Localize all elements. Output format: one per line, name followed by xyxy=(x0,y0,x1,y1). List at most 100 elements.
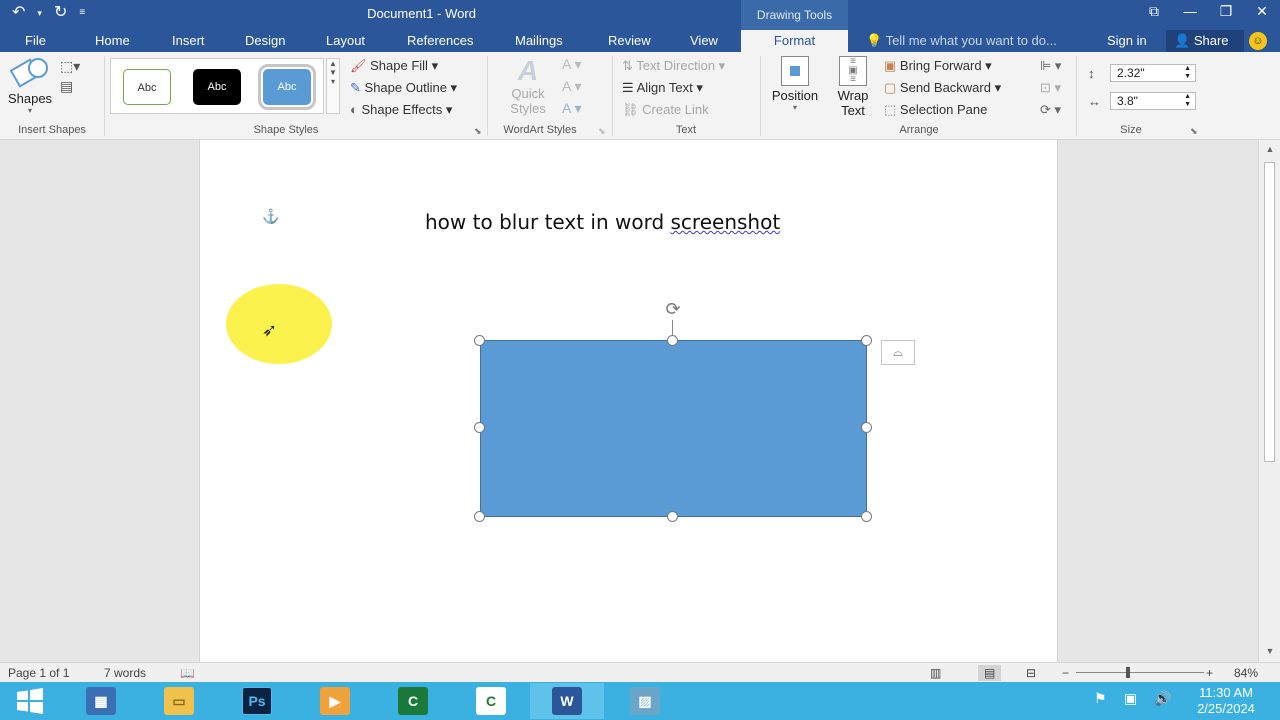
tell-me-search[interactable]: 💡 Tell me what you want to do... xyxy=(866,30,1057,52)
zoom-slider[interactable] xyxy=(1076,672,1204,673)
shape-styles-gallery: Abc Abc Abc xyxy=(110,58,324,114)
align-text-button[interactable]: ☰ Align Text ▾ xyxy=(622,80,703,96)
scroll-thumb[interactable] xyxy=(1264,162,1275,462)
resize-handle-top-left[interactable] xyxy=(474,335,485,346)
share-button[interactable]: 👤 Share xyxy=(1166,30,1244,52)
system-clock[interactable]: 11:30 AM 2/25/2024 xyxy=(1186,685,1266,717)
resize-handle-top-right[interactable] xyxy=(861,335,872,346)
restore-icon[interactable]: ❐ xyxy=(1208,0,1244,24)
zoom-out-icon[interactable]: − xyxy=(1062,665,1069,681)
document-text[interactable]: how to blur text in word screenshot xyxy=(425,210,780,234)
bring-forward-icon: ▣ xyxy=(884,58,897,73)
network-error-icon[interactable]: ⚑ xyxy=(1094,690,1107,707)
sign-in-link[interactable]: Sign in xyxy=(1107,30,1147,52)
text-box-icon[interactable]: ▤ xyxy=(60,78,73,95)
wrap-text-button[interactable]: ≡ ▣ ≡ Wrap Text xyxy=(830,56,876,118)
resize-handle-bottom-left[interactable] xyxy=(474,511,485,522)
scroll-down-icon[interactable]: ▼ xyxy=(1263,646,1277,660)
send-backward-label: Send Backward xyxy=(899,80,991,95)
selection-pane-button[interactable]: ⬚ Selection Pane xyxy=(884,102,987,118)
web-layout-icon[interactable]: ⊟ xyxy=(1026,665,1036,681)
shape-fill-button[interactable]: 🖌 Shape Fill ▾ xyxy=(350,58,438,74)
layout-options-icon[interactable]: ⌓ xyxy=(881,340,915,365)
window-controls: ⧉ — ❐ ✕ xyxy=(1136,0,1280,24)
quick-styles-label-1: Quick xyxy=(511,86,545,101)
tab-references[interactable]: References xyxy=(407,30,473,52)
gallery-scroll[interactable]: ▲ ▼ ▾ xyxy=(326,58,340,114)
tab-format[interactable]: Format xyxy=(741,30,848,52)
taskbar-word[interactable]: W xyxy=(530,683,604,719)
ribbon-display-options-icon[interactable]: ⧉ xyxy=(1136,0,1172,24)
print-layout-icon[interactable]: ▤ xyxy=(978,665,1002,681)
tab-file[interactable]: File xyxy=(25,30,46,52)
text-fill-icon: A ▾ xyxy=(562,56,582,72)
resize-handle-bottom-right[interactable] xyxy=(861,511,872,522)
zoom-slider-thumb[interactable] xyxy=(1126,667,1130,678)
cursor-highlight xyxy=(226,284,332,364)
group-objects-icon: ⊡ ▾ xyxy=(1040,80,1062,95)
tab-view[interactable]: View xyxy=(690,30,718,52)
tab-mailings[interactable]: Mailings xyxy=(515,30,563,52)
align-objects-icon[interactable]: ⊫ ▾ xyxy=(1040,58,1061,74)
taskbar-file-explorer[interactable]: ▭ xyxy=(142,683,216,719)
shape-style-black[interactable]: Abc xyxy=(193,69,241,105)
resize-handle-bottom[interactable] xyxy=(667,511,678,522)
word-count[interactable]: 7 words xyxy=(104,665,146,681)
shape-style-blue-selected[interactable]: Abc xyxy=(258,64,316,110)
shape-height-input[interactable]: 2.32" ▲ ▼ xyxy=(1110,64,1196,82)
dialog-launcher-icon[interactable]: ⬊ xyxy=(1190,126,1198,137)
zoom-in-icon[interactable]: + xyxy=(1206,665,1213,681)
height-spinner-icon[interactable]: ▲ ▼ xyxy=(1184,65,1191,81)
resize-handle-left[interactable] xyxy=(474,422,485,433)
document-page[interactable]: ⚓ how to blur text in word screenshot ⟳ … xyxy=(199,140,1058,662)
taskbar-camtasia-recorder[interactable]: C xyxy=(454,683,528,719)
quick-styles-button[interactable]: A Quick Styles xyxy=(500,56,556,117)
taskbar-photoshop[interactable]: Ps xyxy=(220,683,294,719)
windows-logo-icon xyxy=(17,688,43,714)
shapes-button[interactable]: Shapes ▾ xyxy=(6,56,54,122)
bring-forward-button[interactable]: ▣ Bring Forward ▾ xyxy=(884,58,992,74)
tab-home[interactable]: Home xyxy=(95,30,130,52)
rotate-objects-icon[interactable]: ⟳ ▾ xyxy=(1040,102,1061,118)
selected-rectangle-shape[interactable] xyxy=(480,340,867,517)
share-label: Share xyxy=(1193,33,1229,48)
position-button[interactable]: Position ▾ xyxy=(766,56,824,112)
volume-icon[interactable]: 🔊 xyxy=(1154,690,1171,707)
read-mode-icon[interactable]: ▥ xyxy=(930,665,941,681)
send-backward-button[interactable]: ▢ Send Backward ▾ xyxy=(884,80,1001,96)
close-icon[interactable]: ✕ xyxy=(1244,0,1280,24)
group-separator xyxy=(760,56,761,136)
rotation-handle-icon[interactable]: ⟳ xyxy=(660,297,686,321)
feedback-smiley-icon[interactable]: ☺ xyxy=(1249,32,1267,50)
edit-shape-icon[interactable]: ⬚▾ xyxy=(60,58,80,75)
taskbar-camtasia[interactable]: C xyxy=(376,683,450,719)
taskbar-media-player[interactable]: ▶ xyxy=(298,683,372,719)
dialog-launcher-icon[interactable]: ⬊ xyxy=(474,126,482,137)
resize-handle-top[interactable] xyxy=(667,335,678,346)
tab-layout[interactable]: Layout xyxy=(326,30,365,52)
start-button[interactable] xyxy=(0,683,60,719)
zoom-level[interactable]: 84% xyxy=(1234,665,1258,681)
height-icon: ↕ xyxy=(1088,66,1095,81)
proofing-icon[interactable]: 📖 xyxy=(180,665,195,681)
shape-outline-button[interactable]: ✎ Shape Outline ▾ xyxy=(350,80,457,96)
clock-date: 2/25/2024 xyxy=(1197,701,1255,716)
shape-width-input[interactable]: 3.8" ▲ ▼ xyxy=(1110,92,1196,110)
tab-review[interactable]: Review xyxy=(608,30,651,52)
width-spinner-icon[interactable]: ▲ ▼ xyxy=(1184,93,1191,109)
scroll-up-icon[interactable]: ▲ xyxy=(1263,144,1277,158)
dropdown-arrow-icon: ▾ xyxy=(792,103,797,112)
page-count[interactable]: Page 1 of 1 xyxy=(8,665,69,681)
shape-height-value: 2.32" xyxy=(1117,66,1145,80)
action-center-error-icon[interactable]: ▣ xyxy=(1124,690,1137,707)
shape-effects-button[interactable]: ◐ Shape Effects ▾ xyxy=(350,102,452,118)
vertical-scrollbar[interactable]: ▲ ▼ xyxy=(1258,140,1280,662)
taskbar-server-manager[interactable]: ▦ xyxy=(64,683,138,719)
status-bar: Page 1 of 1 7 words 📖 ▥ ▤ ⊟ − + 84% xyxy=(0,662,1280,682)
resize-handle-right[interactable] xyxy=(861,422,872,433)
shape-style-outline-green[interactable]: Abc xyxy=(123,69,171,105)
minimize-icon[interactable]: — xyxy=(1172,0,1208,24)
taskbar-screenshot-tool[interactable]: ▨ xyxy=(608,683,682,719)
tab-design[interactable]: Design xyxy=(245,30,285,52)
tab-insert[interactable]: Insert xyxy=(172,30,205,52)
